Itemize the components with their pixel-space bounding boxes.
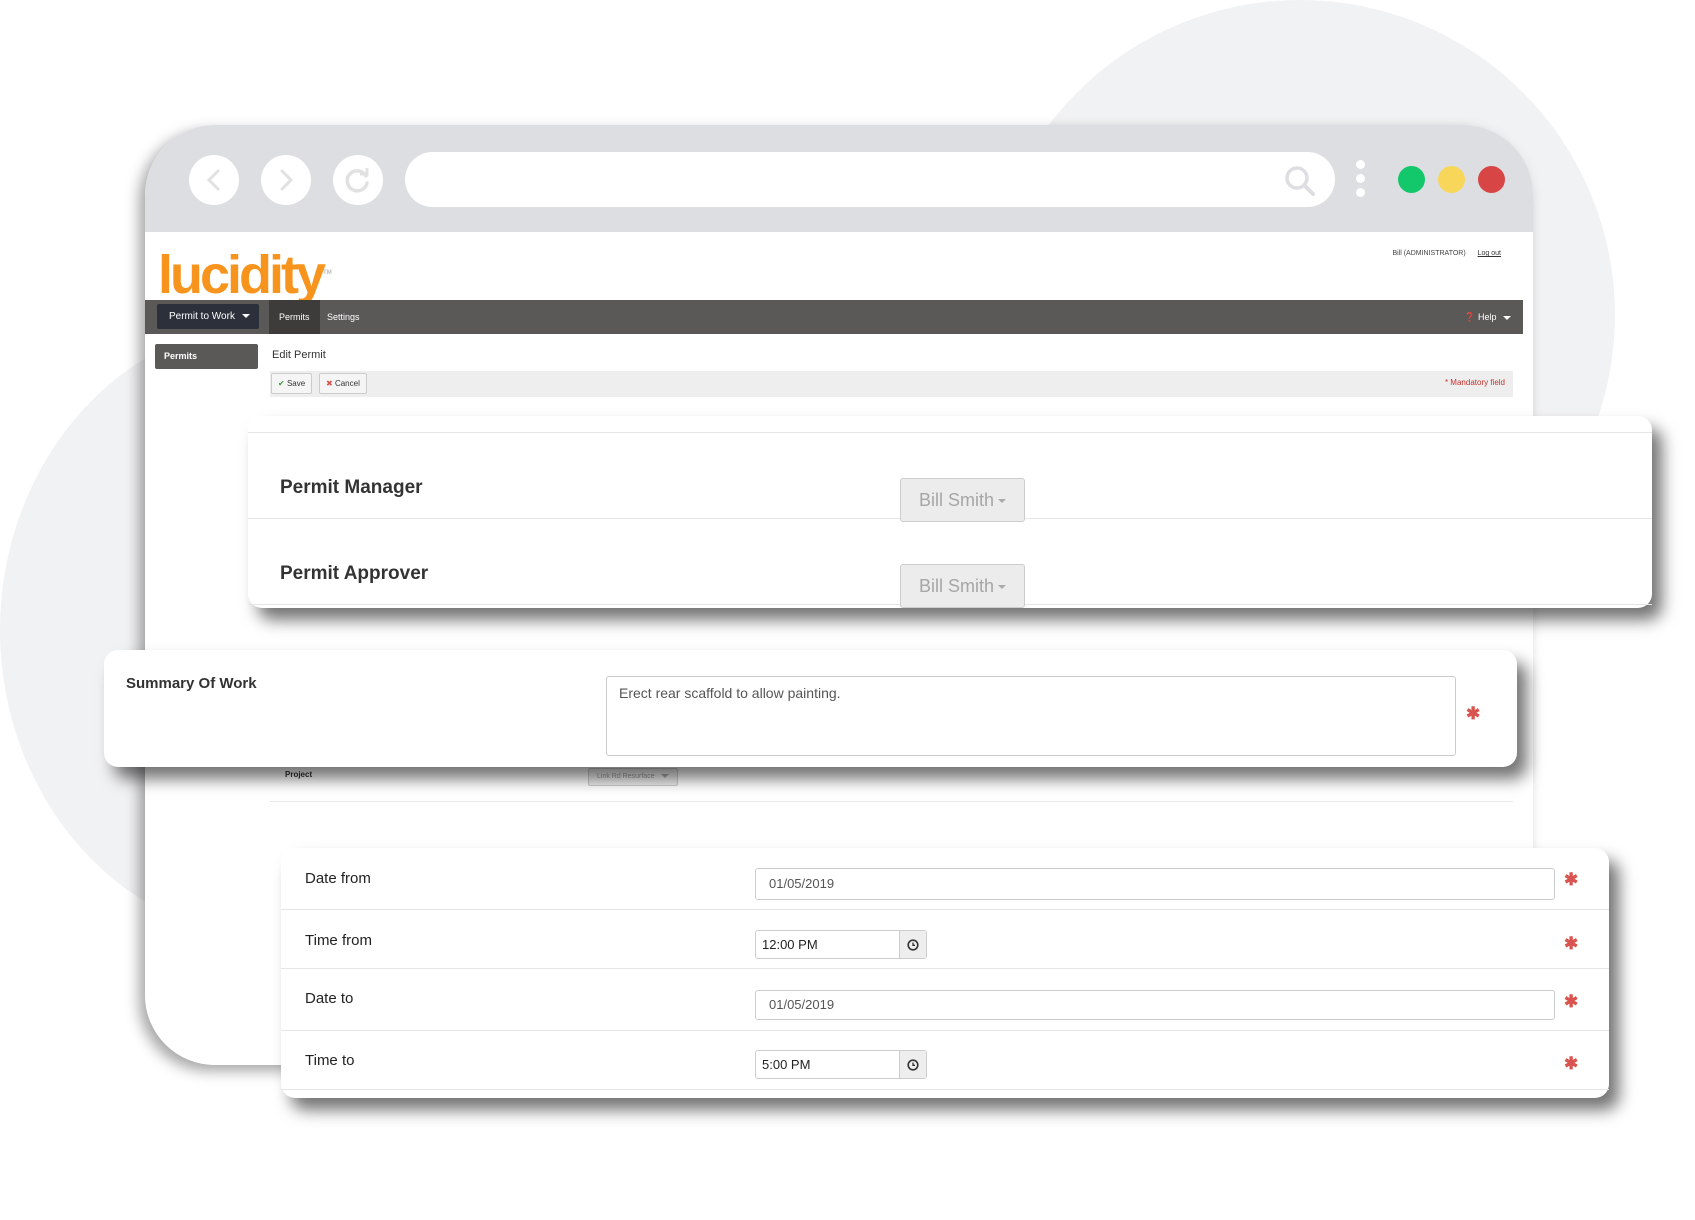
question-circle-icon: ❓ xyxy=(1464,312,1476,322)
address-bar[interactable] xyxy=(405,152,1335,207)
input-value: 12:00 PM xyxy=(762,937,818,952)
reload-icon xyxy=(345,168,369,193)
permit-manager-dropdown[interactable]: Bill Smith xyxy=(900,478,1025,522)
back-button[interactable] xyxy=(189,155,239,205)
kebab-menu-icon[interactable] xyxy=(1356,160,1366,202)
window-yellow-button[interactable] xyxy=(1438,166,1465,193)
required-icon: ✱ xyxy=(1564,870,1579,889)
permit-approver-dropdown[interactable]: Bill Smith xyxy=(900,564,1025,608)
dropdown-value: Link Rd Resurface xyxy=(597,773,655,780)
save-button[interactable]: ✔ Save xyxy=(271,373,313,394)
time-from-input[interactable]: 12:00 PM xyxy=(755,930,927,959)
help-dropdown[interactable]: ❓ Help xyxy=(1464,300,1511,334)
required-icon: ✱ xyxy=(1564,934,1579,953)
form-toolbar: ✔ Save ✖ Cancel * Mandatory field xyxy=(270,371,1513,397)
trademark: TM xyxy=(323,270,332,276)
mandatory-note: * Mandatory field xyxy=(1444,378,1505,387)
required-icon: ✱ xyxy=(1466,704,1481,723)
page-title: Edit Permit xyxy=(272,349,326,361)
dropdown-value: Bill Smith xyxy=(918,490,994,510)
required-icon: ✱ xyxy=(1564,1054,1579,1073)
chevron-right-icon xyxy=(280,169,294,191)
dates-panel: Date from 01/05/2019 ✱ Time from 12:00 P… xyxy=(281,848,1609,1098)
clock-icon xyxy=(907,1058,919,1071)
summary-textarea[interactable]: Erect rear scaffold to allow painting. xyxy=(606,676,1456,756)
logout-link[interactable]: Log out xyxy=(1478,250,1501,257)
clock-icon xyxy=(907,938,919,951)
permit-approver-label: Permit Approver xyxy=(280,563,429,584)
lucidity-logo[interactable]: lucidityTM xyxy=(158,244,332,306)
time-from-label: Time from xyxy=(305,932,372,949)
input-value: 5:00 PM xyxy=(762,1057,811,1072)
cancel-button[interactable]: ✖ Cancel xyxy=(319,373,367,394)
sidebar-item-permits[interactable]: Permits xyxy=(155,344,258,369)
form-row: Permit Approver Bill Smith xyxy=(248,519,1652,608)
form-row: Project Link Rd Resurface xyxy=(270,762,1513,802)
project-dropdown[interactable]: Link Rd Resurface xyxy=(588,768,678,786)
tab-permits[interactable]: Permits xyxy=(269,300,320,334)
forward-button[interactable] xyxy=(261,155,311,205)
caret-down-icon xyxy=(660,774,669,779)
time-to-label: Time to xyxy=(305,1052,355,1069)
caret-down-icon xyxy=(1503,315,1511,320)
reload-button[interactable] xyxy=(333,155,383,205)
module-label: Permit to Work xyxy=(169,311,235,322)
people-panel: Permit Manager Bill Smith Permit Approve… xyxy=(248,416,1652,608)
date-to-label: Date to xyxy=(305,990,354,1007)
date-to-input[interactable]: 01/05/2019 xyxy=(755,990,1555,1020)
form-row: Permit Manager Bill Smith xyxy=(248,433,1652,522)
caret-down-icon xyxy=(241,314,250,319)
user-name: Bill (ADMINISTRATOR) xyxy=(1392,250,1466,257)
form-row: Date from 01/05/2019 ✱ xyxy=(281,848,1609,910)
summary-label: Summary Of Work xyxy=(126,675,257,692)
chevron-left-icon xyxy=(206,169,220,191)
form-row: Time to 5:00 PM ✱ xyxy=(281,1031,1609,1090)
x-icon: ✖ xyxy=(326,379,333,388)
clock-button[interactable] xyxy=(899,1051,926,1078)
time-to-input[interactable]: 5:00 PM xyxy=(755,1050,927,1079)
browser-toolbar xyxy=(145,125,1533,232)
save-label: Save xyxy=(286,379,306,388)
help-label: Help xyxy=(1477,312,1497,322)
window-red-button[interactable] xyxy=(1478,166,1505,193)
module-dropdown[interactable]: Permit to Work xyxy=(157,304,259,329)
permit-manager-label: Permit Manager xyxy=(280,477,423,498)
check-icon: ✔ xyxy=(278,379,285,388)
window-green-button[interactable] xyxy=(1398,166,1425,193)
search-icon[interactable] xyxy=(1283,164,1317,198)
date-from-label: Date from xyxy=(305,870,371,887)
main-navbar: Permit to Work Permits Settings ❓ Help xyxy=(145,300,1523,334)
tab-settings[interactable]: Settings xyxy=(317,300,370,334)
date-from-input[interactable]: 01/05/2019 xyxy=(755,868,1555,900)
logo-text: lucidity xyxy=(158,245,326,305)
field-label: Project xyxy=(285,770,313,779)
summary-panel: Summary Of Work Erect rear scaffold to a… xyxy=(104,650,1517,767)
cancel-label: Cancel xyxy=(334,379,360,388)
form-row: Date to 01/05/2019 ✱ xyxy=(281,969,1609,1031)
user-info: Bill (ADMINISTRATOR) Log out xyxy=(1392,250,1501,257)
required-icon: ✱ xyxy=(1564,992,1579,1011)
clock-button[interactable] xyxy=(899,931,926,958)
caret-down-icon xyxy=(998,585,1006,590)
dropdown-value: Bill Smith xyxy=(918,576,994,596)
caret-down-icon xyxy=(998,499,1006,504)
form-row: Time from 12:00 PM ✱ xyxy=(281,910,1609,969)
